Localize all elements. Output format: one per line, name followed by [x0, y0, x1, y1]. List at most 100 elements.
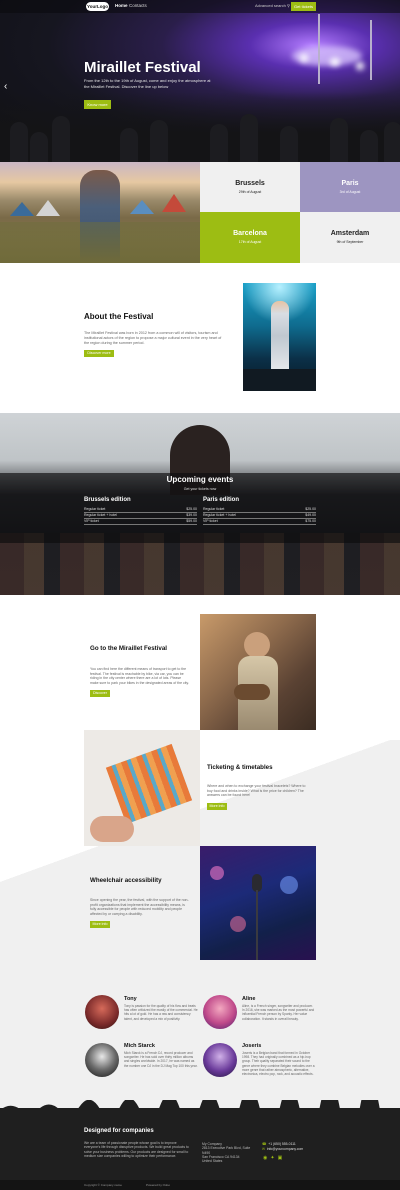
member-bio: Joseris is a Belgian band that formed in…	[242, 1051, 315, 1077]
social-links: ◉✦▣	[263, 1155, 285, 1161]
address-line: 2813 Executive Park Blvd, Suite	[202, 1146, 251, 1151]
avatar	[203, 1043, 237, 1077]
stage-truss	[370, 20, 372, 80]
carousel-indicators[interactable]	[188, 154, 215, 162]
email-address: info@yourcompany.com	[266, 1146, 304, 1151]
avatar	[85, 995, 119, 1029]
microphone-photo	[200, 846, 316, 962]
stage-light	[330, 58, 340, 66]
city-date: 3rd of August	[339, 190, 361, 194]
chevron-left-icon[interactable]: ‹	[4, 82, 7, 92]
hero-title: Miraillet Festival	[84, 59, 201, 76]
city-name: Barcelona	[233, 230, 267, 237]
price-value: $49.00	[305, 513, 316, 517]
top-navbar: YourLogo Home Contacts Advanced search ⚲…	[0, 0, 400, 13]
email-link[interactable]: ✉ info@yourcompany.com	[262, 1147, 303, 1152]
price-value: $75.00	[305, 519, 316, 523]
price-row: VIP ticket $59.00	[84, 519, 197, 525]
price-value: $59.00	[186, 519, 197, 523]
get-tickets-button[interactable]: Get tickets	[291, 2, 316, 11]
stage-light	[300, 54, 308, 62]
member-bio: Mich Starck is a French DJ, record produ…	[124, 1051, 198, 1068]
search-label: Advanced search	[255, 3, 286, 8]
feature-title-ticketing: Ticketing & timetables	[207, 764, 273, 771]
phone-icon: ☎	[262, 1142, 267, 1146]
member-name: Joseris	[242, 1043, 262, 1049]
twitter-icon[interactable]: ✦	[270, 1155, 277, 1161]
feature-text-transport: You can find here the different means of…	[90, 667, 189, 685]
price-row: VIP ticket $75.00	[203, 519, 316, 525]
city-card-paris[interactable]: Paris 3rd of August	[300, 162, 400, 212]
price-label: Regular ticket + hotel	[84, 513, 117, 517]
about-text: The Miraillet Festival was born in 2012 …	[84, 331, 222, 345]
price-label: VIP ticket	[203, 519, 218, 523]
copyright-text: Copyright © Company name	[84, 1183, 122, 1187]
tickets-in-hand-photo	[84, 730, 200, 846]
feature-text-accessibility: Since opening the year, the festival, wi…	[90, 898, 189, 916]
events-title: Upcoming events	[166, 475, 234, 484]
footer-title: Designed for companies	[84, 1128, 154, 1134]
footer-contact: ☎ +1 (650) 555-0111 ✉ info@yourcompany.com	[262, 1142, 303, 1152]
city-date: 29th of August	[238, 190, 262, 194]
avatar	[85, 1043, 119, 1077]
edition-paris: Paris edition Regular ticket $25.00 Regul…	[203, 497, 316, 525]
price-value: $39.00	[186, 513, 197, 517]
member-bio: Tony is passion for the quality of his f…	[124, 1004, 198, 1021]
linkedin-icon[interactable]: ▣	[278, 1155, 286, 1161]
ticketing-more-info-button[interactable]: More info	[207, 803, 227, 810]
events-subtitle: Get your tickets now	[183, 487, 217, 491]
price-label: VIP ticket	[84, 519, 99, 523]
city-card-brussels[interactable]: Brussels 29th of August	[200, 162, 300, 212]
accessibility-more-info-button[interactable]: More info	[90, 921, 110, 928]
price-label: Regular ticket	[203, 507, 225, 511]
nav-link-contacts[interactable]: Contacts	[129, 3, 147, 8]
price-value: $25.00	[305, 507, 316, 511]
price-value: $25.00	[186, 507, 197, 511]
search-icon: ⚲	[287, 3, 290, 8]
city-name: Brussels	[235, 180, 265, 187]
edition-title: Brussels edition	[84, 497, 131, 503]
edition-brussels: Brussels edition Regular ticket $25.00 Re…	[84, 497, 197, 525]
member-name: Tony	[124, 996, 137, 1002]
city-card-barcelona[interactable]: Barcelona 17th of August	[200, 212, 300, 263]
city-card-amsterdam[interactable]: Amsterdam 9th of September	[300, 212, 400, 263]
hero-text: From the 12th to the 19th of August, com…	[84, 78, 211, 89]
stage-truss	[318, 14, 320, 84]
nav-link-home[interactable]: Home	[115, 3, 128, 8]
address-line: United States	[202, 1159, 223, 1164]
city-name: Paris	[341, 180, 359, 187]
stage-light	[356, 62, 364, 70]
footer-text: We are a team of passionate people whose…	[84, 1141, 189, 1158]
about-title: About the Festival	[84, 312, 154, 321]
envelope-icon: ✉	[262, 1146, 265, 1151]
footer	[0, 1108, 400, 1190]
member-name: Aline	[242, 996, 256, 1002]
hero-banner: ‹ Miraillet Festival From the 12th to th…	[0, 0, 400, 162]
singer-with-guitar-photo	[200, 614, 316, 730]
phone-number: +1 (650) 555-0111	[268, 1142, 296, 1146]
feature-title-transport: Go to the Miraillet Festival	[90, 645, 168, 652]
guitarist-photo	[243, 283, 316, 391]
festival-camping-photo	[0, 162, 200, 263]
feature-text-ticketing: Where and when to exchange your festival…	[207, 784, 306, 797]
credits-link[interactable]: Powered by Odoo	[146, 1183, 170, 1187]
know-more-button[interactable]: Know more	[84, 100, 111, 109]
price-label: Regular ticket + hotel	[203, 513, 236, 517]
discover-button[interactable]: Discover	[90, 690, 110, 697]
upcoming-events-section: Upcoming events Get your tickets now Bru…	[0, 413, 400, 595]
search-link[interactable]: Advanced search ⚲	[255, 3, 290, 8]
logo[interactable]: YourLogo	[86, 2, 109, 11]
city-date: 17th of August	[238, 240, 262, 244]
member-name: Mich Starck	[124, 1043, 155, 1049]
city-name: Amsterdam	[330, 230, 370, 237]
crowd-silhouette	[0, 92, 400, 162]
avatar	[203, 995, 237, 1029]
discover-more-button[interactable]: Discover more	[84, 350, 114, 357]
price-label: Regular ticket	[84, 507, 106, 511]
team-section	[0, 960, 400, 1110]
member-bio: Aline, is a French singer, songwriter an…	[242, 1004, 315, 1021]
city-date: 9th of September	[336, 240, 364, 244]
bottom-bar	[0, 1180, 400, 1190]
footer-address: My Company 2813 Executive Park Blvd, Sui…	[202, 1142, 250, 1163]
feature-title-accessibility: Wheelchair accessibility	[90, 877, 162, 884]
